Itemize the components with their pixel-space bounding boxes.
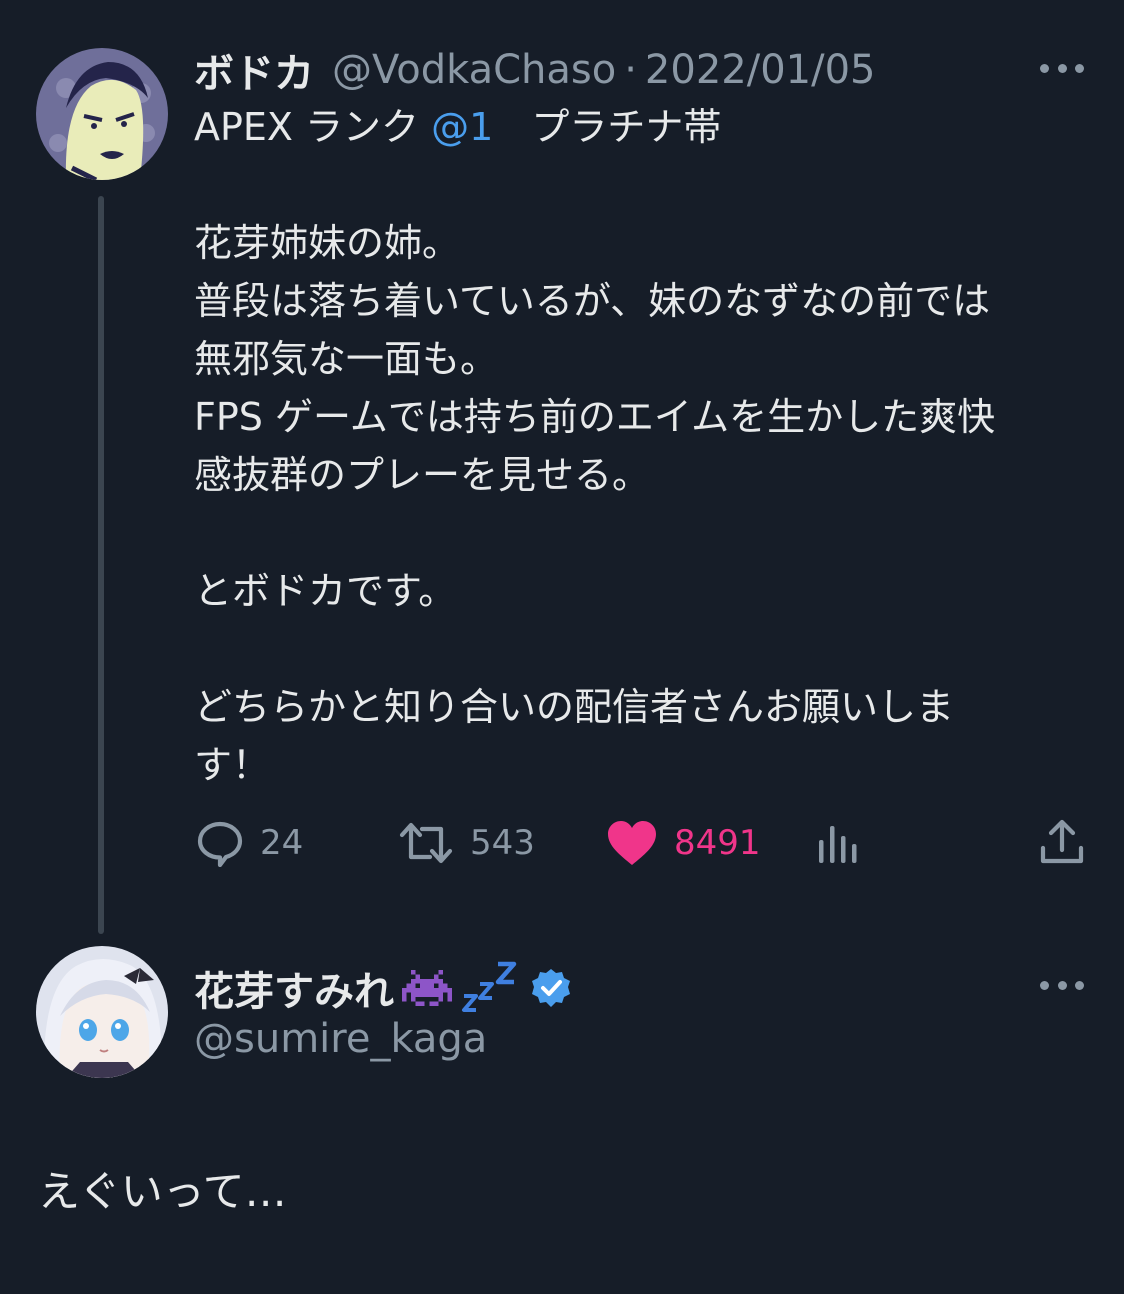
tweet-header: ボドカ @VodkaChaso · 2022/01/05: [194, 42, 875, 98]
tweet-text-line: FPS ゲームでは持ち前のエイムを生かした爽快: [194, 395, 996, 439]
tweet-text-segment: プラチナ帯: [493, 105, 722, 149]
retweet-count: 543: [470, 823, 535, 863]
display-name[interactable]: 花芽すみれ: [194, 959, 394, 1017]
like-button[interactable]: 8491: [606, 818, 761, 868]
avatar[interactable]: [36, 48, 168, 180]
tweet-date[interactable]: 2022/01/05: [645, 47, 876, 93]
share-icon: [1040, 819, 1084, 864]
zzz-icon: [462, 961, 517, 1012]
tweet-text-line: とボドカです。: [194, 569, 457, 613]
tweet-text-line: APEX ランク @1 プラチナ帯: [194, 98, 721, 156]
thread-connector-line: [98, 196, 104, 934]
tweet-text-line: 無邪気な一面も。: [194, 337, 499, 381]
tweet-text-line: 花芽姉妹の姉。: [194, 221, 461, 265]
like-count: 8491: [674, 823, 761, 863]
reply-tweet-text: えぐいって…: [38, 1167, 287, 1216]
reply-header: 花芽すみれ: [194, 958, 572, 1018]
tweet-text-line: どちらかと知り合いの配信者さんお願いしま: [194, 685, 955, 729]
tweet-text-line: 感抜群のプレーを見せる。: [194, 453, 651, 497]
reply-icon: [197, 821, 243, 867]
analytics-icon: [819, 826, 857, 863]
reply-count: 24: [260, 823, 304, 863]
tweet-text-segment: APEX ランク: [194, 105, 432, 149]
verified-badge-icon[interactable]: [530, 967, 572, 1009]
heart-icon: [608, 821, 656, 865]
retweet-icon: [399, 822, 453, 864]
display-name[interactable]: ボドカ: [194, 41, 314, 99]
tweet-text-line: 普段は落ち着いているが、妹のなずなの前では: [194, 279, 991, 323]
more-options-icon[interactable]: [1040, 975, 1084, 995]
views-button[interactable]: [816, 822, 860, 866]
retweet-button[interactable]: 543: [398, 818, 535, 868]
user-handle[interactable]: @VodkaChaso: [332, 47, 616, 93]
mention-link[interactable]: @1: [431, 105, 493, 149]
reply-button[interactable]: 24: [196, 818, 303, 868]
avatar[interactable]: [36, 946, 168, 1078]
more-options-icon[interactable]: [1040, 58, 1084, 78]
separator-dot: ·: [624, 47, 637, 93]
tweet-text-line: す！: [194, 743, 271, 787]
user-handle[interactable]: @sumire_kaga: [194, 1016, 487, 1062]
share-button[interactable]: [1038, 818, 1086, 866]
space-invader-icon: [402, 969, 452, 1007]
